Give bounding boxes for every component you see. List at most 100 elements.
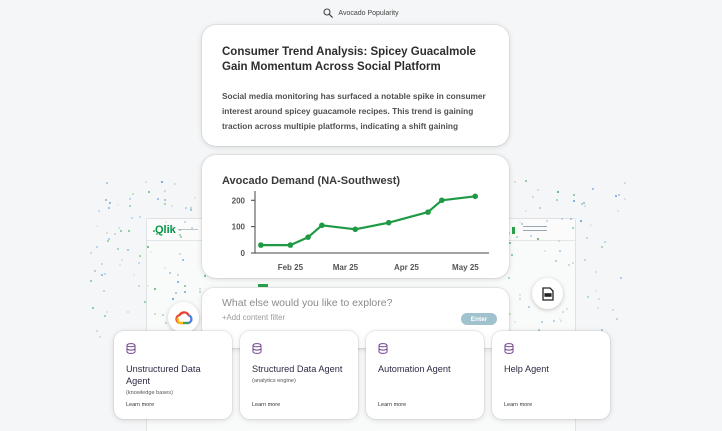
data-point xyxy=(319,222,325,229)
series-line xyxy=(260,195,476,247)
trend-news-card[interactable]: Consumer Trend Analysis: Spicey Guacalmo… xyxy=(202,25,509,146)
particle-dot xyxy=(573,200,575,202)
agent-card-unstructured[interactable]: Unstructured Data Agent (knowledge bases… xyxy=(114,331,232,419)
particle-dot xyxy=(94,270,96,272)
particle-dot xyxy=(160,234,162,236)
learn-more-link[interactable]: Learn more xyxy=(504,402,532,408)
particle-dot xyxy=(175,292,177,294)
particle-dot xyxy=(553,320,555,322)
data-point xyxy=(305,234,311,240)
x-tick-label: Apr 25 xyxy=(394,263,419,272)
particle-dot xyxy=(164,199,166,201)
particle-dot xyxy=(544,250,546,252)
particle-dot xyxy=(572,262,574,264)
search-icon xyxy=(323,8,334,18)
particle-dot xyxy=(165,221,167,223)
particle-dot xyxy=(562,311,564,313)
particle-dot xyxy=(169,272,171,274)
database-icon xyxy=(378,343,388,354)
google-cloud-bubble[interactable] xyxy=(168,302,199,333)
search-query-text: Avocado Popularity xyxy=(338,9,399,17)
particle-dot xyxy=(101,263,103,265)
particle-dot xyxy=(597,307,599,309)
particle-dot xyxy=(521,223,523,225)
enter-button[interactable]: Enter xyxy=(461,313,497,325)
particle-dot xyxy=(107,240,109,242)
agent-card-help[interactable]: Help Agent Learn more xyxy=(492,331,610,419)
learn-more-link[interactable]: Learn more xyxy=(126,402,154,408)
particle-dot xyxy=(139,216,141,218)
database-icon xyxy=(252,343,262,354)
particle-dot xyxy=(624,198,626,200)
particle-dot xyxy=(190,209,192,211)
particle-dot xyxy=(556,199,558,201)
line-chart: 0 100 200 Feb 25 Mar 25 Apr 25 May 25 xyxy=(232,191,489,272)
search-query[interactable]: Avocado Popularity xyxy=(0,5,722,21)
particle-dot xyxy=(119,264,121,266)
particle-dot xyxy=(103,290,105,292)
particle-dot xyxy=(587,296,589,298)
data-point xyxy=(258,242,264,248)
agent-title: Automation Agent xyxy=(378,364,451,374)
particle-dot xyxy=(150,251,152,253)
particle-dot xyxy=(199,291,201,293)
data-point xyxy=(425,209,431,215)
database-icon xyxy=(504,343,514,354)
particle-dot xyxy=(104,273,106,275)
particle-dot xyxy=(581,203,583,205)
particle-dot xyxy=(154,288,156,290)
particle-dot xyxy=(139,255,141,257)
data-point xyxy=(352,226,359,233)
particle-dot xyxy=(184,285,186,287)
explore-input[interactable]: What else would you like to explore? xyxy=(222,297,392,309)
particle-dot xyxy=(561,218,563,220)
particle-dot xyxy=(161,181,163,183)
particle-dot xyxy=(96,225,98,227)
background-accent-marker xyxy=(512,227,515,234)
particle-dot xyxy=(99,336,101,338)
particle-dot xyxy=(532,196,534,198)
document-bubble[interactable] xyxy=(532,278,563,309)
agent-card-automation[interactable]: Automation Agent Learn more xyxy=(366,331,484,419)
x-tick-label: Mar 25 xyxy=(333,263,359,272)
particle-dot xyxy=(177,281,179,283)
particle-dot xyxy=(106,232,108,234)
particle-dot xyxy=(559,250,561,252)
particle-dot xyxy=(612,309,614,311)
y-tick-label: 0 xyxy=(241,249,246,258)
background-accent-bar xyxy=(258,284,268,287)
particle-dot xyxy=(164,190,166,192)
particle-dot xyxy=(185,207,187,209)
agent-subtitle: (analytics engine) xyxy=(252,378,296,384)
particle-dot xyxy=(127,311,129,313)
particle-dot xyxy=(514,181,516,183)
particle-dot xyxy=(604,241,606,243)
particle-dot xyxy=(96,330,98,332)
particle-dot xyxy=(584,259,586,261)
data-point xyxy=(287,242,294,248)
particle-dot xyxy=(180,236,182,238)
particle-dot xyxy=(555,260,557,262)
particle-dot xyxy=(184,291,186,293)
y-tick-label: 100 xyxy=(232,223,246,232)
learn-more-link[interactable]: Learn more xyxy=(378,402,406,408)
data-point xyxy=(472,193,479,200)
particle-dot xyxy=(179,253,181,255)
particle-dot xyxy=(595,271,597,273)
particle-dot xyxy=(144,301,146,303)
agent-card-structured[interactable]: Structured Data Agent (analytics engine)… xyxy=(240,331,358,419)
particle-dot xyxy=(92,307,94,309)
particle-dot xyxy=(570,218,572,220)
learn-more-link[interactable]: Learn more xyxy=(252,402,280,408)
demand-chart-card[interactable]: Avocado Demand (NA-Southwest) 0 100 200 Feb… xyxy=(202,155,509,278)
add-content-filter-link[interactable]: +Add content filter xyxy=(222,313,285,322)
particle-dot xyxy=(539,207,541,209)
x-tick-label: Feb 25 xyxy=(278,263,304,272)
y-tick-label: 200 xyxy=(232,196,246,205)
particle-dot xyxy=(568,264,570,266)
particle-dot xyxy=(573,194,575,196)
particle-dot xyxy=(541,321,543,323)
particle-dot xyxy=(148,191,150,193)
particle-dot xyxy=(615,195,617,197)
particle-dot xyxy=(164,267,166,269)
